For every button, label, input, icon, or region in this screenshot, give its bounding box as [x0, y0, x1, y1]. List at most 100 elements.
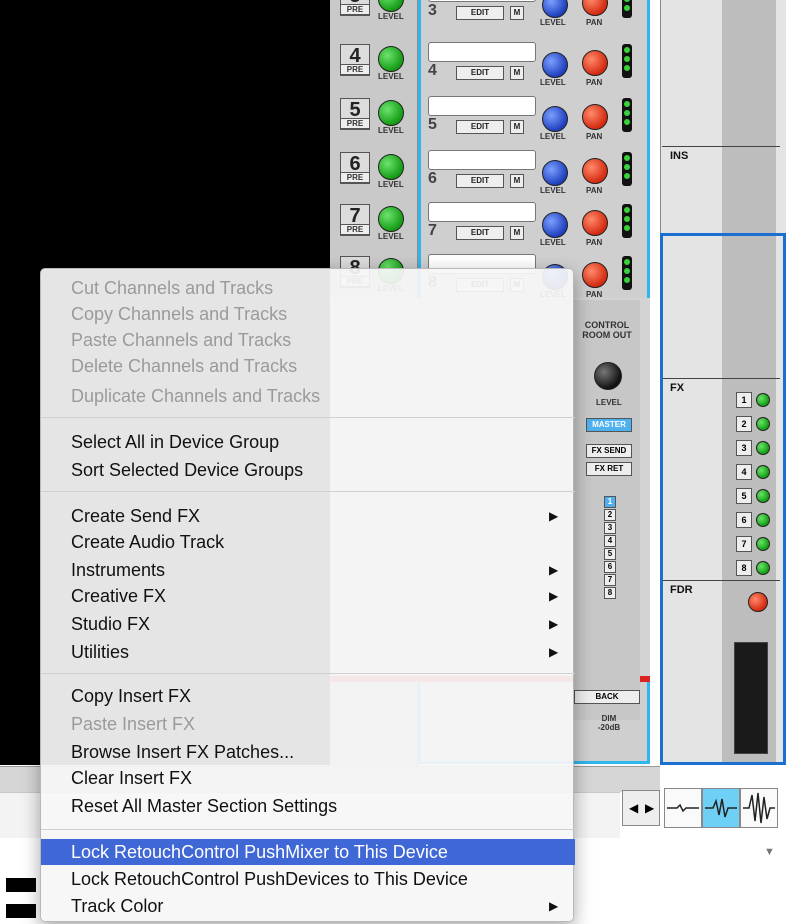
- pan-knob[interactable]: [582, 0, 608, 16]
- menu-item-create-audio-track[interactable]: Create Audio Track: [41, 529, 575, 555]
- rack-fx-knob-8[interactable]: [756, 561, 770, 575]
- fx-send-button[interactable]: FX SEND: [586, 444, 632, 458]
- send-level-knob[interactable]: [378, 154, 404, 180]
- rack-fx-button-3[interactable]: 3: [736, 440, 752, 456]
- pan-knob[interactable]: [582, 262, 608, 288]
- menu-item-lock-pushdevices[interactable]: Lock RetouchControl PushDevices to This …: [41, 866, 575, 892]
- waveform-button-1[interactable]: [664, 788, 702, 828]
- arrow-right-icon[interactable]: ▶: [645, 801, 654, 815]
- menu-item-cut-channels[interactable]: Cut Channels and Tracks: [41, 275, 575, 301]
- rack-fx-button-2[interactable]: 2: [736, 416, 752, 432]
- channel-level-label: LEVEL: [540, 238, 566, 247]
- menu-item-create-send-fx[interactable]: Create Send FX ▶: [41, 503, 575, 529]
- send-level-knob[interactable]: [378, 0, 404, 12]
- menu-item-duplicate-channels[interactable]: Duplicate Channels and Tracks: [41, 383, 575, 409]
- menu-item-copy-channels[interactable]: Copy Channels and Tracks: [41, 301, 575, 327]
- channel-level-knob[interactable]: [542, 160, 568, 186]
- menu-item-select-all-device-group[interactable]: Select All in Device Group: [41, 429, 575, 455]
- pan-label: PAN: [586, 186, 603, 195]
- menu-item-paste-insert-fx[interactable]: Paste Insert FX: [41, 711, 575, 737]
- channel-name-field[interactable]: [428, 150, 536, 170]
- channel-name-field[interactable]: [428, 0, 536, 2]
- rack-fx-knob-4[interactable]: [756, 465, 770, 479]
- pre-button[interactable]: PRE: [340, 4, 370, 15]
- pan-knob[interactable]: [582, 158, 608, 184]
- mute-button[interactable]: M: [510, 6, 524, 20]
- menu-item-browse-insert-fx[interactable]: Browse Insert FX Patches...: [41, 739, 575, 765]
- edit-button[interactable]: EDIT: [456, 226, 504, 240]
- pre-button[interactable]: PRE: [340, 64, 370, 75]
- fdr-knob[interactable]: [748, 592, 768, 612]
- send-level-knob[interactable]: [378, 206, 404, 232]
- rack-fx-button-7[interactable]: 7: [736, 536, 752, 552]
- rack-fx-knob-5[interactable]: [756, 489, 770, 503]
- menu-item-sort-device-groups[interactable]: Sort Selected Device Groups: [41, 457, 575, 483]
- control-room-number-4[interactable]: 4: [604, 535, 616, 547]
- control-room-number-8[interactable]: 8: [604, 587, 616, 599]
- master-button[interactable]: MASTER: [586, 418, 632, 432]
- mute-button[interactable]: M: [510, 226, 524, 240]
- waveform-button-2[interactable]: [702, 788, 740, 828]
- menu-item-label: Instruments: [71, 560, 166, 580]
- rack-fx-knob-7[interactable]: [756, 537, 770, 551]
- fx-ret-button[interactable]: FX RET: [586, 462, 632, 476]
- control-room-number-6[interactable]: 6: [604, 561, 616, 573]
- rack-fx-knob-3[interactable]: [756, 441, 770, 455]
- control-room-level-knob[interactable]: [594, 362, 622, 390]
- scroll-arrows[interactable]: ◀ ▶: [622, 790, 660, 826]
- menu-item-label: Paste Insert FX: [71, 714, 196, 734]
- edit-button[interactable]: EDIT: [456, 174, 504, 188]
- rack-fx-knob-6[interactable]: [756, 513, 770, 527]
- rack-fx-button-1[interactable]: 1: [736, 392, 752, 408]
- arrow-left-icon[interactable]: ◀: [629, 801, 638, 815]
- mute-button[interactable]: M: [510, 120, 524, 134]
- menu-item-copy-insert-fx[interactable]: Copy Insert FX: [41, 683, 575, 709]
- channel-led-strip: [622, 98, 632, 132]
- menu-item-reset-master-section[interactable]: Reset All Master Section Settings: [41, 793, 575, 819]
- menu-item-utilities[interactable]: Utilities ▶: [41, 639, 575, 665]
- channel-level-knob[interactable]: [542, 0, 568, 18]
- rack-fx-knob-1[interactable]: [756, 393, 770, 407]
- menu-item-track-color[interactable]: Track Color ▶: [41, 893, 575, 919]
- channel-level-knob[interactable]: [542, 52, 568, 78]
- menu-item-instruments[interactable]: Instruments ▶: [41, 557, 575, 583]
- pre-button[interactable]: PRE: [340, 224, 370, 235]
- menu-item-paste-channels[interactable]: Paste Channels and Tracks: [41, 327, 575, 353]
- menu-item-creative-fx[interactable]: Creative FX ▶: [41, 583, 575, 609]
- rack-fx-button-5[interactable]: 5: [736, 488, 752, 504]
- channel-level-knob[interactable]: [542, 106, 568, 132]
- menu-item-delete-channels[interactable]: Delete Channels and Tracks: [41, 353, 575, 379]
- waveform-button-3[interactable]: [740, 788, 778, 828]
- mute-button[interactable]: M: [510, 174, 524, 188]
- mute-button[interactable]: M: [510, 66, 524, 80]
- edit-button[interactable]: EDIT: [456, 6, 504, 20]
- menu-item-lock-pushmixer[interactable]: Lock RetouchControl PushMixer to This De…: [41, 839, 575, 865]
- send-level-knob[interactable]: [378, 46, 404, 72]
- pre-button[interactable]: PRE: [340, 172, 370, 183]
- pre-button[interactable]: PRE: [340, 118, 370, 129]
- send-level-knob[interactable]: [378, 100, 404, 126]
- rack-fx-button-8[interactable]: 8: [736, 560, 752, 576]
- menu-item-clear-insert-fx[interactable]: Clear Insert FX: [41, 765, 575, 791]
- pan-knob[interactable]: [582, 210, 608, 236]
- channel-level-knob[interactable]: [542, 212, 568, 238]
- back-button[interactable]: BACK: [574, 690, 640, 704]
- pan-knob[interactable]: [582, 50, 608, 76]
- control-room-number-1[interactable]: 1: [604, 496, 616, 508]
- control-room-number-3[interactable]: 3: [604, 522, 616, 534]
- control-room-number-7[interactable]: 7: [604, 574, 616, 586]
- rack-fx-button-4[interactable]: 4: [736, 464, 752, 480]
- edit-button[interactable]: EDIT: [456, 66, 504, 80]
- control-room-number-2[interactable]: 2: [604, 509, 616, 521]
- menu-item-label: Reset All Master Section Settings: [71, 796, 338, 816]
- channel-name-field[interactable]: [428, 42, 536, 62]
- channel-name-field[interactable]: [428, 202, 536, 222]
- rack-fx-knob-2[interactable]: [756, 417, 770, 431]
- control-room-number-5[interactable]: 5: [604, 548, 616, 560]
- chevron-down-icon[interactable]: ▼: [764, 846, 775, 858]
- menu-item-studio-fx[interactable]: Studio FX ▶: [41, 611, 575, 637]
- pan-knob[interactable]: [582, 104, 608, 130]
- edit-button[interactable]: EDIT: [456, 120, 504, 134]
- channel-name-field[interactable]: [428, 96, 536, 116]
- rack-fx-button-6[interactable]: 6: [736, 512, 752, 528]
